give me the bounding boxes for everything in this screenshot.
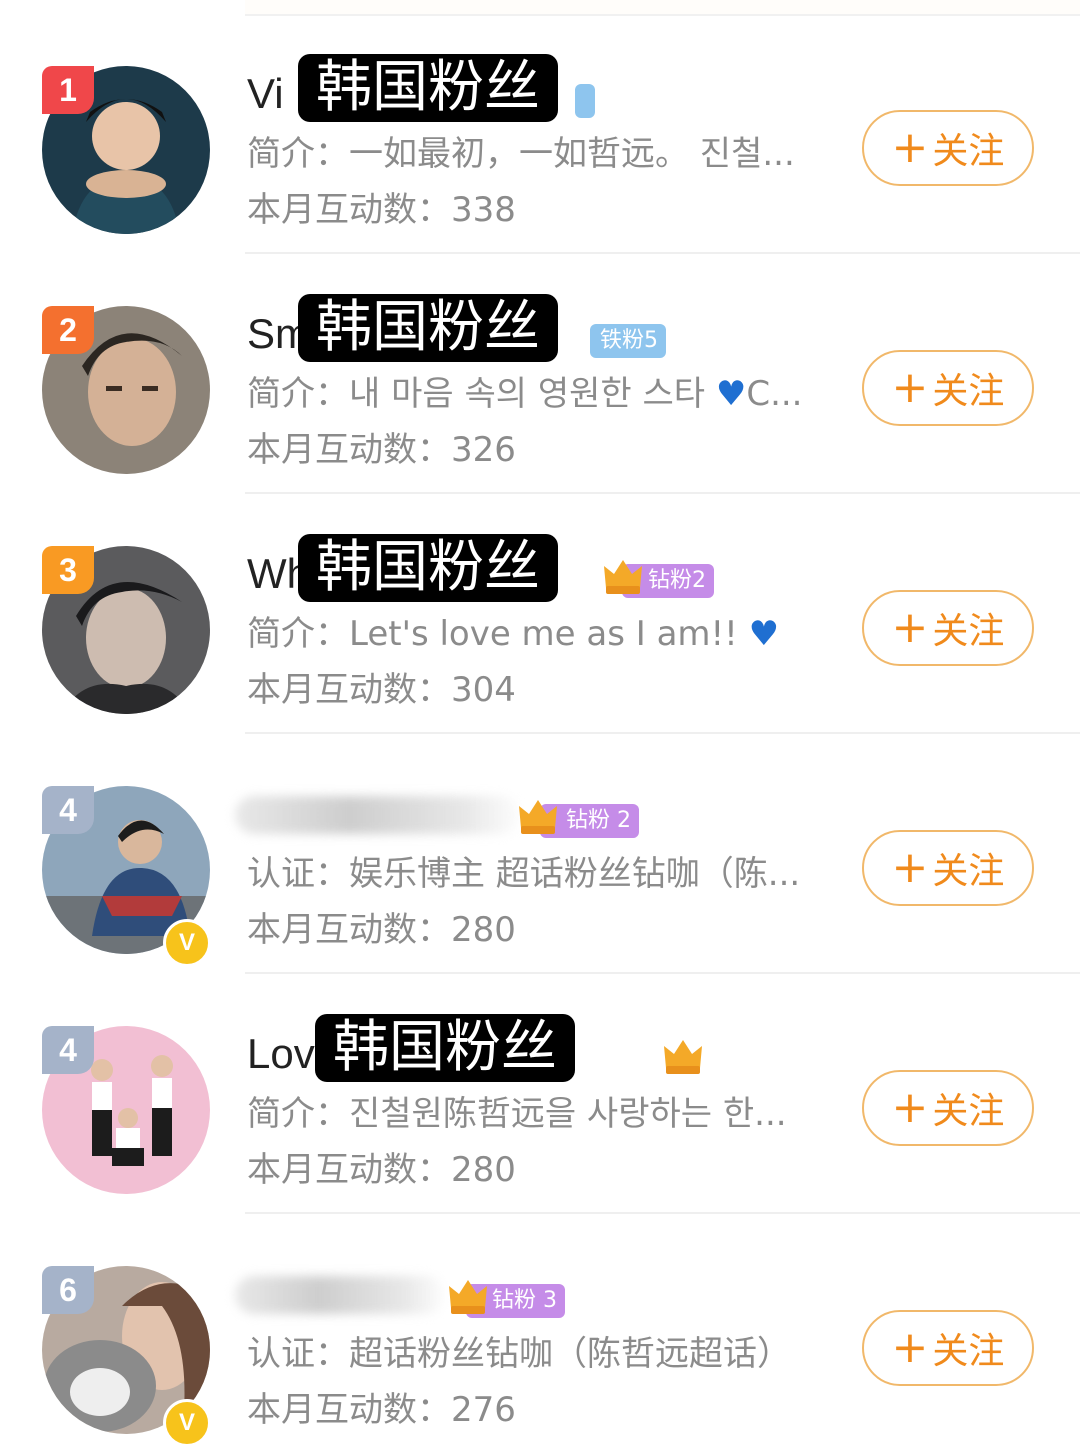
interaction-count: 本月互动数：326 xyxy=(247,430,516,470)
fan-level-tag xyxy=(575,84,595,118)
watermark-overlay: 韩国粉丝 xyxy=(298,534,558,602)
list-item[interactable]: 4 Lov 韩国粉丝 简介：진철원陈哲远을 사랑하는 한... 本月互动数：28… xyxy=(0,974,1080,1214)
verified-icon: V xyxy=(163,1399,211,1447)
watermark-overlay: 韩国粉丝 xyxy=(315,1014,575,1082)
follow-button[interactable]: + 关注 xyxy=(862,590,1034,666)
interaction-count: 本月互动数：304 xyxy=(247,670,516,710)
verified-icon: V xyxy=(163,919,211,967)
list-item[interactable]: 1 Vi 韩国粉丝 简介：一如最初，一如哲远。 진철... 本月互动数：338 … xyxy=(0,14,1080,254)
user-intro: 简介：진철원陈哲远을 사랑하는 한... xyxy=(247,1094,787,1134)
follow-button[interactable]: + 关注 xyxy=(862,830,1034,906)
interaction-count: 本月互动数：280 xyxy=(247,1150,516,1190)
blue-heart-icon: ♥ xyxy=(748,614,780,654)
crown-icon xyxy=(664,1040,702,1074)
blurred-user-name xyxy=(235,1276,445,1314)
rank-badge: 3 xyxy=(42,546,94,594)
list-item[interactable]: 6 V 钻粉 3 认证：超话粉丝钻咖（陈哲远超话） 本月互动数：276 + 关注 xyxy=(0,1214,1080,1454)
watermark-overlay: 韩国粉丝 xyxy=(298,54,558,122)
rank-badge: 4 xyxy=(42,786,94,834)
fan-level-tag: 铁粉5 xyxy=(590,324,666,358)
blue-heart-icon: ♥ xyxy=(715,374,747,414)
list-item[interactable]: 3 Wh 钻粉2 韩国粉丝 简介：Let's love me as I am!!… xyxy=(0,494,1080,734)
follow-button[interactable]: + 关注 xyxy=(862,350,1034,426)
user-name[interactable]: Vi xyxy=(247,66,284,122)
follow-button[interactable]: + 关注 xyxy=(862,1310,1034,1386)
crown-icon xyxy=(604,560,642,594)
follow-button[interactable]: + 关注 xyxy=(862,1070,1034,1146)
rank-badge: 1 xyxy=(42,66,94,114)
crown-icon xyxy=(519,800,557,834)
user-certification: 认证：超话粉丝钻咖（陈哲远超话） xyxy=(247,1334,791,1374)
user-intro: 简介：一如最初，一如哲远。 진철... xyxy=(247,134,795,174)
interaction-count: 本月互动数：280 xyxy=(247,910,516,950)
blurred-user-name xyxy=(235,796,520,834)
user-intro: 简介：Let's love me as I am!! ♥ xyxy=(247,614,780,654)
crown-icon xyxy=(449,1280,487,1314)
interaction-count: 本月互动数：338 xyxy=(247,190,516,230)
interaction-count: 本月互动数：276 xyxy=(247,1390,516,1430)
user-name[interactable]: Lov xyxy=(247,1026,315,1082)
list-item[interactable]: 2 Sm 铁粉5 韩国粉丝 简介：내 마음 속의 영원한 스타 ♥C... 本月… xyxy=(0,254,1080,494)
rank-badge: 2 xyxy=(42,306,94,354)
list-item[interactable]: 4 V 钻粉 2 认证：娱乐博主 超话粉丝钻咖（陈... 本月互动数：280 +… xyxy=(0,734,1080,974)
user-intro: 简介：내 마음 속의 영원한 스타 ♥C... xyxy=(247,374,803,414)
follow-button[interactable]: + 关注 xyxy=(862,110,1034,186)
rank-badge: 6 xyxy=(42,1266,94,1314)
user-certification: 认证：娱乐博主 超话粉丝钻咖（陈... xyxy=(247,854,801,894)
rank-badge: 4 xyxy=(42,1026,94,1074)
watermark-overlay: 韩国粉丝 xyxy=(298,294,558,362)
